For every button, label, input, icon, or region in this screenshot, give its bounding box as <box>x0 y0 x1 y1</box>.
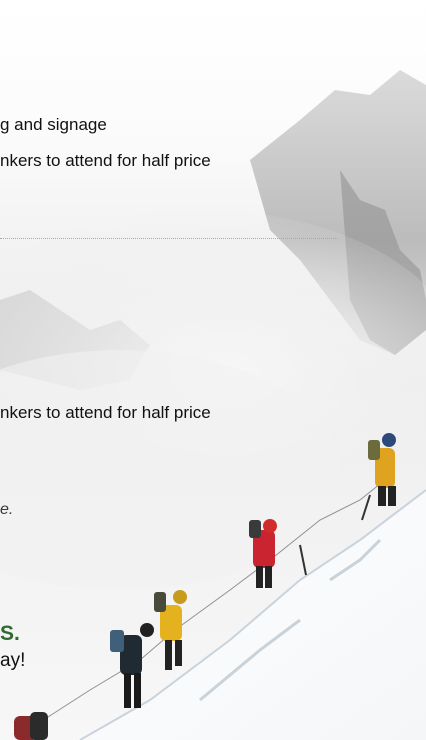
bullet-text-half-price-2: nkers to attend for half price <box>0 403 211 422</box>
italic-note: e. <box>0 501 14 518</box>
call-to-action-fragment: ay! <box>0 650 26 671</box>
green-heading-fragment: S. <box>0 622 20 645</box>
promo-page: g and signage nkers to attend for half p… <box>0 0 426 740</box>
bullet-text-signage: g and signage <box>0 115 107 134</box>
bullet-text-half-price-1: nkers to attend for half price <box>0 151 211 170</box>
dotted-divider <box>0 238 338 239</box>
content-text: g and signage nkers to attend for half p… <box>0 0 426 740</box>
